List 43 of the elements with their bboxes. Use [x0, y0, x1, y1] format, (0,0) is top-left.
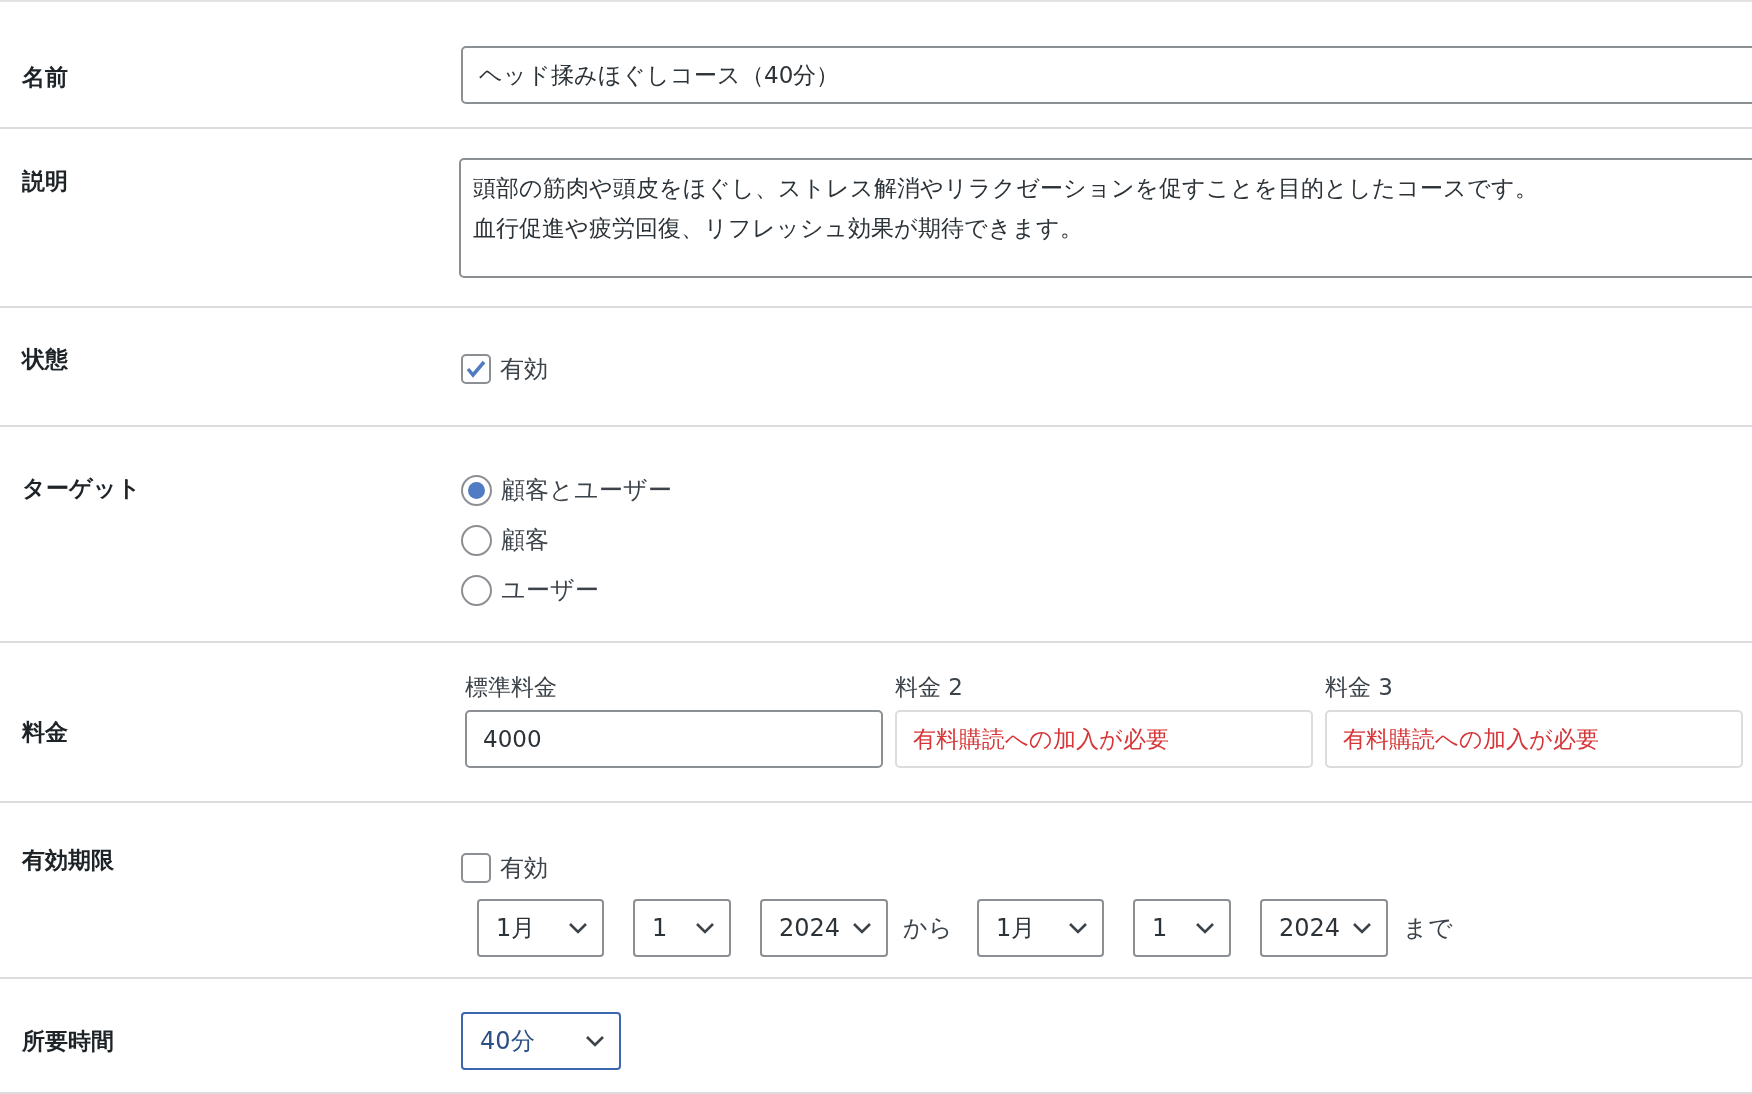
dropdown-select[interactable]: 2024 [760, 899, 888, 957]
chevron-down-icon [1068, 922, 1088, 934]
description-line: 頭部の筋肉や頭皮をほぐし、ストレス解消やリラクゼーションを促すことを目的としたコースです。 [473, 174, 1539, 203]
radio-label: 顧客とユーザー [501, 475, 672, 506]
name-field[interactable]: ヘッド揉みほぐしコース（40分） [461, 46, 1752, 104]
chevron-down-icon [568, 922, 588, 934]
checkbox-label: 有効 [500, 853, 548, 884]
description-line: 血行促進や疲労回復、リフレッシュ効果が期待できます。 [473, 214, 1084, 243]
chevron-down-icon [1352, 922, 1372, 934]
dropdown-select[interactable]: 1 [1133, 899, 1231, 957]
dropdown-select[interactable]: 40分 [461, 1012, 621, 1070]
checkbox[interactable] [461, 853, 491, 883]
price-label: 料金 2 [895, 673, 964, 702]
field-label: 説明 [20, 167, 69, 196]
price-field: 有料購読への加入が必要 [1325, 710, 1743, 768]
checkbox-label: 有効 [500, 354, 548, 385]
dropdown-select[interactable]: 1月 [477, 899, 604, 957]
radio-button[interactable] [461, 524, 492, 556]
field-label: 有効期限 [20, 846, 115, 875]
radio-button[interactable] [461, 574, 492, 606]
radio-label: 顧客 [501, 525, 549, 556]
field-label: 名前 [21, 63, 69, 92]
chevron-down-icon [1195, 922, 1215, 934]
checkbox[interactable] [461, 354, 491, 384]
field-label: 料金 [20, 718, 69, 747]
chevron-down-icon [852, 922, 872, 934]
price-label: 料金 3 [1325, 673, 1394, 702]
field-label: ターゲット [21, 474, 142, 503]
dropdown-select[interactable]: 2024 [1260, 899, 1388, 957]
price-label: 標準料金 [465, 673, 558, 702]
from-text: から [903, 913, 953, 944]
description-field[interactable]: 頭部の筋肉や頭皮をほぐし、ストレス解消やリラクゼーションを促すことを目的としたコースです。 血行促進や疲労回復、リフレッシュ効果が期待できます。 [459, 158, 1752, 278]
radio-button[interactable] [461, 474, 492, 506]
radio-label: ユーザー [501, 575, 599, 606]
dropdown-select[interactable]: 1 [633, 899, 731, 957]
until-text: まで [1403, 913, 1453, 944]
price-field[interactable]: 4000 [465, 710, 883, 768]
field-label: 状態 [20, 345, 69, 374]
price-field: 有料購読への加入が必要 [895, 710, 1313, 768]
field-label: 所要時間 [21, 1027, 115, 1056]
chevron-down-icon [695, 922, 715, 934]
dropdown-select[interactable]: 1月 [977, 899, 1104, 957]
chevron-down-icon [585, 1035, 605, 1047]
